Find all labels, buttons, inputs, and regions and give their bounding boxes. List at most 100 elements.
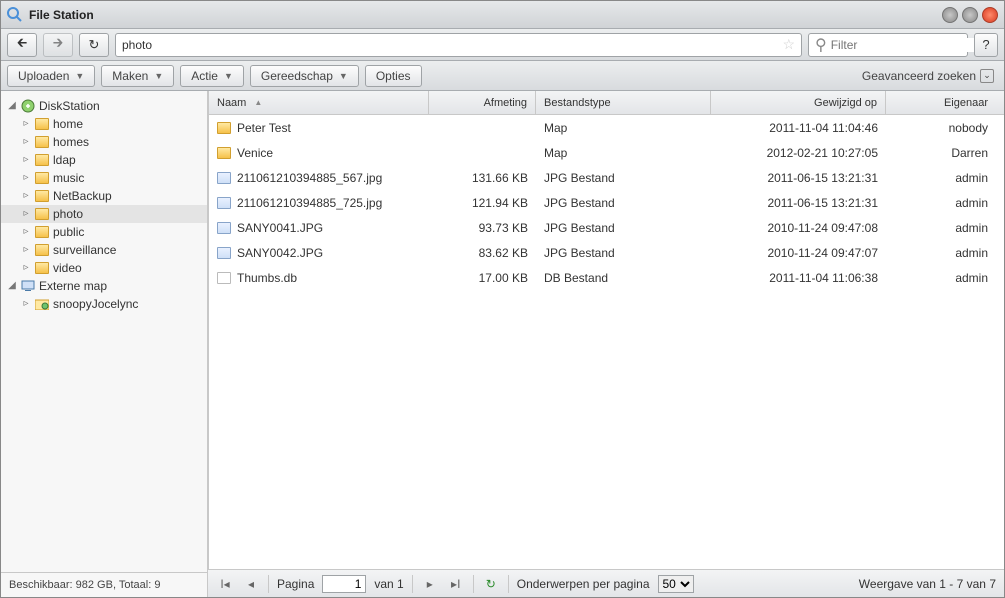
file-name: 211061210394885_567.jpg bbox=[237, 171, 382, 185]
file-type: DB Bestand bbox=[536, 271, 711, 285]
tree-item-music[interactable]: ▹music bbox=[1, 169, 207, 187]
tree-item-label: photo bbox=[53, 207, 83, 221]
tree-root-external[interactable]: ◢ Externe map bbox=[1, 277, 207, 295]
tree-item-video[interactable]: ▹video bbox=[1, 259, 207, 277]
expand-icon[interactable]: ▹ bbox=[21, 173, 31, 183]
expand-icon[interactable]: ▹ bbox=[21, 119, 31, 129]
file-type: JPG Bestand bbox=[536, 171, 711, 185]
folder-tree: ◢ DiskStation ▹home▹homes▹ldap▹music▹Net… bbox=[1, 91, 207, 572]
expand-icon[interactable]: ▹ bbox=[21, 209, 31, 219]
reload-button[interactable]: ↻ bbox=[482, 575, 500, 593]
file-row[interactable]: 211061210394885_725.jpg121.94 KBJPG Best… bbox=[209, 190, 1004, 215]
address-input[interactable] bbox=[122, 38, 782, 52]
expand-icon[interactable]: ▹ bbox=[21, 191, 31, 201]
chevron-down-icon: ▼ bbox=[339, 71, 348, 81]
file-date: 2011-06-15 13:21:31 bbox=[711, 171, 886, 185]
tree-item-ldap[interactable]: ▹ldap bbox=[1, 151, 207, 169]
file-name: 211061210394885_725.jpg bbox=[237, 196, 382, 210]
folder-icon bbox=[35, 190, 49, 202]
action-label: Actie bbox=[191, 69, 218, 83]
expand-icon[interactable]: ▹ bbox=[21, 263, 31, 273]
last-page-button[interactable]: ▸I bbox=[447, 575, 465, 593]
file-date: 2012-02-21 10:27:05 bbox=[711, 146, 886, 160]
advanced-search-label: Geavanceerd zoeken bbox=[862, 69, 976, 83]
expand-icon[interactable]: ▹ bbox=[21, 155, 31, 165]
tree-item-photo[interactable]: ▹ photo bbox=[1, 205, 207, 223]
tree-item-public[interactable]: ▹public bbox=[1, 223, 207, 241]
next-page-button[interactable]: ▸ bbox=[421, 575, 439, 593]
expand-icon[interactable]: ▹ bbox=[21, 245, 31, 255]
expand-icon[interactable]: ▹ bbox=[21, 137, 31, 147]
file-row[interactable]: Thumbs.db17.00 KBDB Bestand2011-11-04 11… bbox=[209, 265, 1004, 290]
refresh-icon: ↻ bbox=[89, 37, 100, 53]
column-header-modified[interactable]: Gewijzigd op bbox=[711, 91, 886, 114]
chevron-down-icon: ▼ bbox=[224, 71, 233, 81]
filter-box[interactable]: ⚲ bbox=[808, 33, 968, 57]
file-row[interactable]: Peter TestMap2011-11-04 11:04:46nobody bbox=[209, 115, 1004, 140]
upload-label: Uploaden bbox=[18, 69, 69, 83]
close-button[interactable] bbox=[982, 7, 998, 23]
advanced-search-link[interactable]: Geavanceerd zoeken ⌄ bbox=[862, 69, 998, 83]
display-range-label: Weergave van 1 - 7 van 7 bbox=[859, 577, 996, 591]
grid-body: Peter TestMap2011-11-04 11:04:46nobodyVe… bbox=[209, 115, 1004, 569]
prev-page-button[interactable]: ◂ bbox=[242, 575, 260, 593]
collapse-icon[interactable]: ◢ bbox=[7, 281, 17, 291]
file-name: Peter Test bbox=[237, 121, 291, 135]
upload-button[interactable]: Uploaden ▼ bbox=[7, 65, 95, 87]
favorite-icon[interactable]: ☆ bbox=[782, 36, 795, 53]
expand-icon[interactable]: ▹ bbox=[21, 227, 31, 237]
forward-button[interactable]: 🡲 bbox=[43, 33, 73, 57]
window-controls bbox=[942, 7, 998, 23]
tree-item-netbackup[interactable]: ▹ NetBackup bbox=[1, 187, 207, 205]
tools-button[interactable]: Gereedschap ▼ bbox=[250, 65, 359, 87]
titlebar: File Station bbox=[1, 1, 1004, 29]
action-button[interactable]: Actie ▼ bbox=[180, 65, 244, 87]
filter-input[interactable] bbox=[831, 38, 986, 52]
page-input[interactable] bbox=[322, 575, 366, 593]
tree-item-homes[interactable]: ▹homes bbox=[1, 133, 207, 151]
column-header-name[interactable]: Naam ▲ bbox=[209, 91, 429, 114]
help-button[interactable]: ? bbox=[974, 33, 998, 57]
tree-label: DiskStation bbox=[39, 99, 100, 113]
grid-header: Naam ▲ Afmeting Bestandstype Gewijzigd o… bbox=[209, 91, 1004, 115]
tree-root-diskstation[interactable]: ◢ DiskStation bbox=[1, 97, 207, 115]
tree-item-snoopyjocelync[interactable]: ▹snoopyJocelync bbox=[1, 295, 207, 313]
collapse-icon[interactable]: ◢ bbox=[7, 101, 17, 111]
file-row[interactable]: 211061210394885_567.jpg131.66 KBJPG Best… bbox=[209, 165, 1004, 190]
file-type: JPG Bestand bbox=[536, 196, 711, 210]
disk-usage-label: Beschikbaar: 982 GB, Totaal: 9 bbox=[1, 572, 207, 597]
back-button[interactable]: 🡰 bbox=[7, 33, 37, 57]
folder-icon bbox=[35, 172, 49, 184]
file-owner: admin bbox=[886, 196, 996, 210]
refresh-button[interactable]: ↻ bbox=[79, 33, 109, 57]
folder-icon bbox=[217, 147, 231, 159]
tree-item-label: NetBackup bbox=[53, 189, 112, 203]
page-of-label: van 1 bbox=[374, 577, 403, 591]
address-bar[interactable]: ☆ bbox=[115, 33, 802, 57]
file-owner: admin bbox=[886, 171, 996, 185]
maximize-button[interactable] bbox=[962, 7, 978, 23]
expand-icon[interactable]: ▹ bbox=[21, 299, 31, 309]
tree-item-surveillance[interactable]: ▹surveillance bbox=[1, 241, 207, 259]
column-label: Naam bbox=[217, 97, 246, 109]
folder-icon bbox=[217, 122, 231, 134]
file-owner: admin bbox=[886, 271, 996, 285]
sort-asc-icon: ▲ bbox=[254, 98, 262, 107]
perpage-select[interactable]: 50 bbox=[658, 575, 694, 593]
arrow-right-icon: 🡲 bbox=[53, 34, 64, 56]
file-row[interactable]: SANY0042.JPG83.62 KBJPG Bestand2010-11-2… bbox=[209, 240, 1004, 265]
file-owner: admin bbox=[886, 221, 996, 235]
tree-item-home[interactable]: ▹home bbox=[1, 115, 207, 133]
column-header-owner[interactable]: Eigenaar bbox=[886, 91, 996, 114]
first-page-button[interactable]: I◂ bbox=[216, 575, 234, 593]
file-list-panel: Naam ▲ Afmeting Bestandstype Gewijzigd o… bbox=[208, 91, 1004, 597]
column-header-size[interactable]: Afmeting bbox=[429, 91, 536, 114]
minimize-button[interactable] bbox=[942, 7, 958, 23]
file-row[interactable]: SANY0041.JPG93.73 KBJPG Bestand2010-11-2… bbox=[209, 215, 1004, 240]
folder-icon bbox=[35, 136, 49, 148]
options-button[interactable]: Opties bbox=[365, 65, 422, 87]
file-row[interactable]: VeniceMap2012-02-21 10:27:05Darren bbox=[209, 140, 1004, 165]
folder-icon bbox=[35, 154, 49, 166]
column-header-type[interactable]: Bestandstype bbox=[536, 91, 711, 114]
create-button[interactable]: Maken ▼ bbox=[101, 65, 174, 87]
